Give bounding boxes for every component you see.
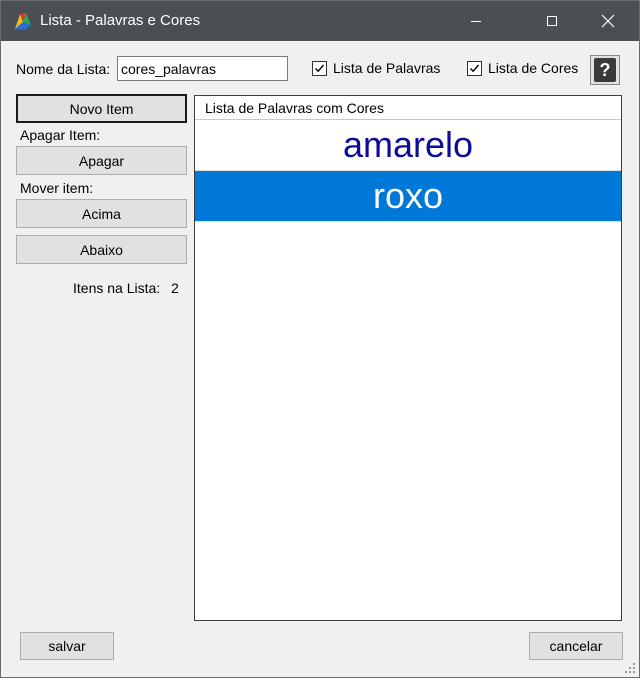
delete-button[interactable]: Apagar — [16, 146, 187, 175]
list-item-text: roxo — [372, 175, 444, 216]
list-name-label: Nome da Lista: — [16, 61, 111, 77]
app-icon — [15, 13, 31, 30]
minimize-button[interactable] — [453, 1, 499, 41]
move-up-button[interactable]: Acima — [16, 199, 187, 228]
words-checkbox[interactable]: Lista de Palavras — [312, 60, 440, 76]
item-count-label: Itens na Lista: — [73, 280, 161, 296]
list-item-text: amarelo — [342, 124, 474, 165]
list-item[interactable]: amarelo — [195, 120, 621, 171]
item-count-value: 2 — [171, 280, 179, 296]
words-checkbox-label: Lista de Palavras — [333, 60, 441, 76]
list-item[interactable]: roxo — [195, 171, 621, 222]
help-button[interactable]: ? — [590, 55, 620, 85]
resize-grip-icon[interactable] — [624, 662, 636, 674]
window-title: Lista - Palavras e Cores — [40, 12, 201, 29]
checkmark-icon — [470, 64, 480, 72]
move-group-label: Mover item: — [20, 180, 94, 196]
maximize-icon — [547, 16, 557, 26]
list-header: Lista de Palavras com Cores — [195, 96, 621, 120]
list-rows: amarelo roxo — [195, 120, 621, 222]
close-icon — [601, 14, 615, 28]
new-item-button[interactable]: Novo Item — [16, 94, 187, 123]
title-bar[interactable]: Lista - Palavras e Cores — [1, 1, 639, 41]
word-color-list[interactable]: Lista de Palavras com Cores amarelo roxo — [194, 95, 622, 621]
delete-group-label: Apagar Item: — [20, 127, 101, 143]
colors-checkbox-box[interactable] — [467, 60, 482, 76]
words-checkbox-box[interactable] — [312, 60, 327, 76]
help-icon: ? — [594, 58, 616, 82]
move-down-button[interactable]: Abaixo — [16, 235, 187, 264]
maximize-button[interactable] — [529, 1, 575, 41]
save-button[interactable]: salvar — [20, 632, 114, 660]
colors-checkbox[interactable]: Lista de Cores — [467, 60, 578, 76]
colors-checkbox-label: Lista de Cores — [488, 60, 579, 76]
dialog-window: Lista - Palavras e Cores Nome da Lista: … — [0, 0, 640, 678]
cancel-button[interactable]: cancelar — [529, 632, 623, 660]
checkmark-icon — [315, 64, 325, 72]
list-name-input[interactable] — [117, 56, 288, 81]
close-button[interactable] — [585, 1, 631, 41]
minimize-icon — [471, 21, 481, 22]
